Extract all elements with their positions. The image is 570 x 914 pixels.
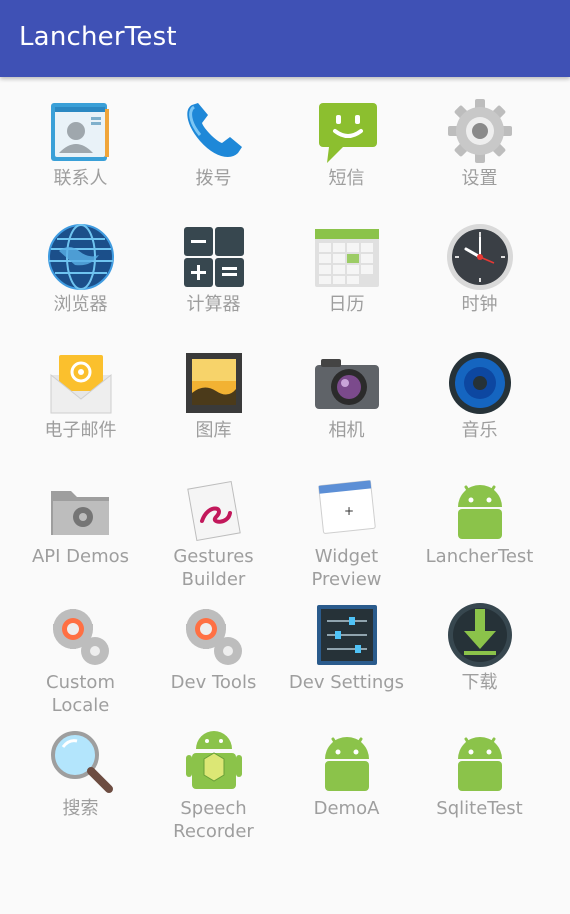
app-label: API Demos <box>31 546 130 567</box>
app-phone[interactable]: 拨号 <box>147 95 280 221</box>
app-label: 拨号 <box>195 168 232 189</box>
messaging-icon <box>311 95 383 167</box>
app-label: 时钟 <box>461 294 498 315</box>
app-label: 相机 <box>328 420 365 441</box>
app-gestures-builder[interactable]: Gestures Builder <box>147 473 280 599</box>
app-label: 日历 <box>328 294 365 315</box>
app-label: 计算器 <box>186 294 241 315</box>
app-grid: 联系人 拨号 短信 设置 浏览器 计算器 日历 时钟 电子邮件 图库 相机 音乐… <box>14 95 546 851</box>
app-messaging[interactable]: 短信 <box>280 95 413 221</box>
app-music[interactable]: 音乐 <box>413 347 546 473</box>
app-label: Dev Settings <box>288 672 405 693</box>
app-label: 搜索 <box>62 798 99 819</box>
phone-icon <box>178 95 250 167</box>
app-camera[interactable]: 相机 <box>280 347 413 473</box>
app-label: 下载 <box>461 672 498 693</box>
app-calculator[interactable]: 计算器 <box>147 221 280 347</box>
android-robot-icon <box>444 725 516 797</box>
app-label: 浏览器 <box>53 294 108 315</box>
app-settings[interactable]: 设置 <box>413 95 546 221</box>
widget-preview-icon: + <box>311 473 383 545</box>
app-bar: LancherTest <box>0 0 570 77</box>
app-label: 联系人 <box>53 168 108 189</box>
app-label: Speech Recorder <box>173 798 254 842</box>
android-robot-icon <box>311 725 383 797</box>
dev-gears-icon <box>178 599 250 671</box>
app-widget-preview[interactable]: + Widget Preview <box>280 473 413 599</box>
download-icon <box>444 599 516 671</box>
app-label: 图库 <box>195 420 232 441</box>
android-robot-icon <box>444 473 516 545</box>
app-gallery[interactable]: 图库 <box>147 347 280 473</box>
app-search[interactable]: 搜索 <box>14 725 147 851</box>
app-api-demos[interactable]: API Demos <box>14 473 147 599</box>
app-dev-tools[interactable]: Dev Tools <box>147 599 280 725</box>
app-custom-locale[interactable]: Custom Locale <box>14 599 147 725</box>
music-speaker-icon <box>444 347 516 419</box>
app-lanchertest[interactable]: LancherTest <box>413 473 546 599</box>
svg-text:+: + <box>344 504 354 518</box>
app-label: 短信 <box>328 168 365 189</box>
app-download[interactable]: 下载 <box>413 599 546 725</box>
email-icon <box>45 347 117 419</box>
app-email[interactable]: 电子邮件 <box>14 347 147 473</box>
app-label: Dev Tools <box>170 672 257 693</box>
clock-icon <box>444 221 516 293</box>
app-label: 音乐 <box>461 420 498 441</box>
app-label: Custom Locale <box>46 672 115 716</box>
gestures-icon <box>178 473 250 545</box>
app-dev-settings[interactable]: Dev Settings <box>280 599 413 725</box>
app-label: LancherTest <box>425 546 534 567</box>
contacts-icon <box>45 95 117 167</box>
app-label: Widget Preview <box>311 546 382 590</box>
app-calendar[interactable]: 日历 <box>280 221 413 347</box>
app-clock[interactable]: 时钟 <box>413 221 546 347</box>
app-title: LancherTest <box>19 22 177 52</box>
app-label: 设置 <box>461 168 498 189</box>
app-sqlitetest[interactable]: SqliteTest <box>413 725 546 851</box>
app-demoa[interactable]: DemoA <box>280 725 413 851</box>
android-cube-icon <box>178 725 250 797</box>
settings-gear-icon <box>444 95 516 167</box>
app-label: DemoA <box>313 798 380 819</box>
sliders-icon <box>311 599 383 671</box>
app-speech-recorder[interactable]: Speech Recorder <box>147 725 280 851</box>
calculator-icon <box>178 221 250 293</box>
app-label: 电子邮件 <box>44 420 117 441</box>
app-contacts[interactable]: 联系人 <box>14 95 147 221</box>
camera-icon <box>311 347 383 419</box>
gallery-icon <box>178 347 250 419</box>
folder-gear-icon <box>45 473 117 545</box>
app-browser[interactable]: 浏览器 <box>14 221 147 347</box>
app-label: SqliteTest <box>436 798 523 819</box>
search-magnifier-icon <box>45 725 117 797</box>
dev-gears-icon <box>45 599 117 671</box>
calendar-icon <box>311 221 383 293</box>
browser-globe-icon <box>45 221 117 293</box>
app-label: Gestures Builder <box>173 546 254 590</box>
